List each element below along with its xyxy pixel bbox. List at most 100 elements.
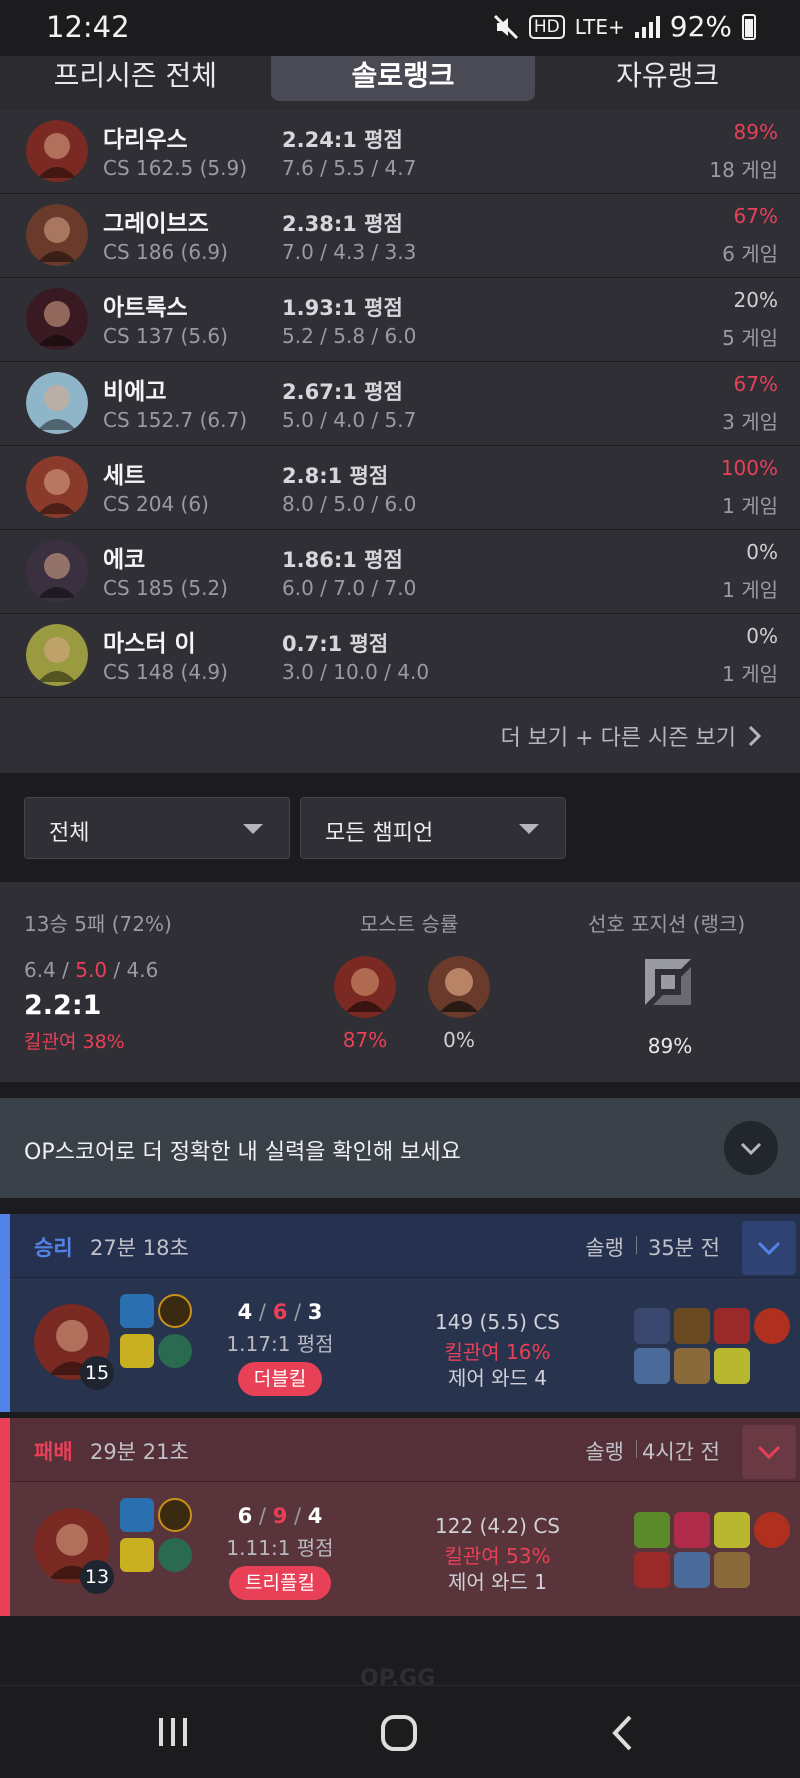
kda-separator: / (252, 1504, 273, 1528)
champion-games: 5 게임 (722, 326, 778, 350)
champion-winrate: 100% (720, 456, 778, 480)
champion-games: 6 게임 (722, 242, 778, 266)
match-result: 승리 (34, 1236, 73, 1260)
champion-row[interactable]: 에코 CS 185 (5.2) 1.86:1 평점 6.0 / 7.0 / 7.0 0%… (0, 530, 800, 614)
champion-winrate: 0% (746, 540, 778, 564)
champion-name: 아트록스 (103, 295, 188, 321)
champion-kda: 6.0 / 7.0 / 7.0 (282, 576, 417, 600)
trinket-icon (754, 1512, 790, 1548)
match-queue: 솔랭 (585, 1236, 624, 1260)
champion-cs: CS 162.5 (5.9) (103, 156, 248, 180)
network-type: LTE+ (574, 14, 625, 39)
champion-level: 13 (80, 1560, 114, 1594)
op-score-text: OP스코어로 더 정확한 내 실력을 확인해 보세요 (24, 1140, 461, 1165)
expand-button[interactable] (724, 1121, 778, 1175)
item-icon (714, 1512, 750, 1548)
match-kda-ratio: 1.11:1 평점 (226, 1536, 334, 1560)
match-kda-ratio: 1.17:1 평점 (226, 1332, 334, 1356)
more-link-label: 더 보기 + 다른 시즌 보기 (500, 726, 736, 751)
match-header: 패배 29분 21초 솔랭 4시간 전 (10, 1418, 800, 1482)
champion-row[interactable]: 세트 CS 204 (6) 2.8:1 평점 8.0 / 5.0 / 6.0 100% 1… (0, 446, 800, 530)
chevron-down-icon (519, 824, 539, 834)
match-kda: 6 / 9 / 4 (200, 1504, 360, 1528)
recent-apps-button[interactable] (156, 1714, 190, 1750)
champion-games: 1 게임 (722, 494, 778, 518)
champion-row[interactable]: 비에고 CS 152.7 (6.7) 2.67:1 평점 5.0 / 4.0 / 5.… (0, 362, 800, 446)
champion-kda-ratio: 2.67:1 평점 (282, 380, 403, 404)
status-icons: HD LTE+ 92% (493, 10, 756, 43)
champion-stats-list: 다리우스 CS 162.5 (5.9) 2.24:1 평점 7.6 / 5.5 / 4… (0, 110, 800, 698)
champion-winrate: 0% (746, 624, 778, 648)
win-loss-record: 13승 5패 (72%) (24, 912, 172, 936)
match-kda: 4 / 6 / 3 (200, 1300, 360, 1324)
preferred-position-label: 선호 포지션 (랭크) (588, 912, 746, 936)
most-winrate-label: 모스트 승률 (360, 912, 459, 936)
champion-kda-ratio: 0.7:1 평점 (282, 632, 389, 656)
match-queue: 솔랭 (585, 1440, 624, 1464)
more-section: 더 보기 + 다른 시즌 보기 (0, 698, 800, 773)
multikill-badge: 트리플킬 (229, 1566, 331, 1600)
navigation-bar (0, 1685, 800, 1778)
tab-flex-rank[interactable]: 자유랭크 (535, 56, 800, 110)
champion-filter-dropdown[interactable]: 모든 챔피언 (300, 797, 566, 859)
champion-row[interactable]: 아트록스 CS 137 (5.6) 1.93:1 평점 5.2 / 5.8 / 6.0… (0, 278, 800, 362)
champion-games: 3 게임 (722, 410, 778, 434)
champion-row[interactable]: 다리우스 CS 162.5 (5.9) 2.24:1 평점 7.6 / 5.5 / 4… (0, 110, 800, 194)
tab-preseason[interactable]: 프리시즌 전체 (0, 56, 271, 110)
result-indicator (0, 1418, 10, 1616)
result-indicator (0, 1214, 10, 1412)
item-icon (714, 1308, 750, 1344)
trinket-icon (754, 1308, 790, 1344)
jungle-position-icon (645, 959, 691, 1005)
champion-row[interactable]: 마스터 이 CS 148 (4.9) 0.7:1 평점 3.0 / 10.0 / 4.… (0, 614, 800, 698)
hd-icon: HD (528, 14, 565, 39)
preferred-position-pct: 89% (647, 1034, 693, 1058)
champion-avatar (334, 956, 396, 1018)
expand-match-button[interactable] (742, 1425, 796, 1479)
kda-separator: / (252, 1300, 273, 1324)
champion-avatar (26, 540, 88, 602)
multikill-badge: 더블킬 (238, 1362, 322, 1396)
item-icon (714, 1348, 750, 1384)
op-score-banner[interactable]: OP스코어로 더 정확한 내 실력을 확인해 보세요 (0, 1098, 800, 1198)
expand-match-button[interactable] (742, 1221, 796, 1275)
match-header: 승리 27분 18초 솔랭 35분 전 (10, 1214, 800, 1278)
item-icon (674, 1308, 710, 1344)
champion-avatar (26, 120, 88, 182)
kda-ratio: 2.2:1 (24, 990, 102, 1021)
champion-kda-ratio: 2.8:1 평점 (282, 464, 389, 488)
champion-row[interactable]: 그레이브즈 CS 186 (6.9) 2.38:1 평점 7.0 / 4.3 / 3.… (0, 194, 800, 278)
item-icon (714, 1552, 750, 1588)
back-button[interactable] (610, 1714, 634, 1752)
queue-filter-dropdown[interactable]: 전체 (24, 797, 290, 859)
match-card[interactable]: 승리 27분 18초 솔랭 35분 전 15 4 / 6 / 3 1.17:1 평점 더블킬 1… (0, 1214, 800, 1412)
rune-icon (120, 1538, 154, 1572)
kills: 4 (237, 1300, 253, 1324)
queue-filter-label: 전체 (49, 821, 90, 846)
tab-solo-rank[interactable]: 솔로랭크 (270, 56, 536, 101)
kda-separator: / (287, 1300, 308, 1324)
more-link[interactable]: 더 보기 + 다른 시즌 보기 (500, 720, 762, 752)
champion-cs: CS 186 (6.9) (103, 240, 228, 264)
average-deaths: 5.0 (75, 958, 108, 982)
summoner-spell-icon (158, 1498, 192, 1532)
match-card[interactable]: 패배 29분 21초 솔랭 4시간 전 13 6 / 9 / 4 1.11:1 평점트리플킬… (0, 1418, 800, 1616)
chevron-right-icon (748, 725, 762, 747)
champion-name: 다리우스 (103, 127, 188, 153)
match-control-wards: 제어 와드 1 (447, 1570, 548, 1594)
champion-avatar (26, 456, 88, 518)
chevron-down-icon (757, 1241, 781, 1256)
match-duration: 27분 18초 (90, 1236, 189, 1260)
deaths: 9 (272, 1504, 288, 1528)
champion-avatar (26, 624, 88, 686)
champion-winrate: 20% (733, 288, 778, 312)
item-icon (634, 1552, 670, 1588)
status-time: 12:42 (46, 10, 130, 44)
match-time-ago: 35분 전 (647, 1236, 720, 1260)
champion-kda-ratio: 2.24:1 평점 (282, 128, 403, 152)
match-cs: 122 (4.2) CS (435, 1514, 560, 1538)
champion-kda-ratio: 1.93:1 평점 (282, 296, 403, 320)
home-button[interactable] (380, 1714, 418, 1752)
kills: 6 (237, 1504, 253, 1528)
average-kda: 6.4 / 5.0 / 4.6 (24, 958, 159, 982)
